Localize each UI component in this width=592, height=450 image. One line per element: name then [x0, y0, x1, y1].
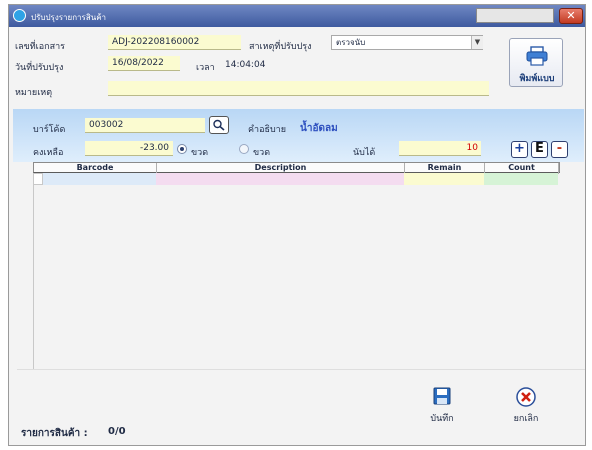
items-grid[interactable] — [33, 173, 561, 369]
cancel-button[interactable]: ยกเลิก — [505, 387, 547, 431]
title-bar: ปรับปรุงรายการสินค้า ✕ — [9, 5, 585, 27]
note-label: หมายเหตุ — [15, 88, 53, 98]
remove-item-button[interactable]: - — [551, 141, 568, 158]
search-button[interactable] — [209, 116, 229, 134]
app-icon — [13, 9, 26, 22]
table-header: Barcode Description Remain Count — [33, 162, 560, 174]
plus-icon: + — [514, 141, 525, 156]
save-icon — [433, 387, 451, 405]
unit-option-1-label: ขวด — [191, 148, 209, 158]
barcode-label: บาร์โค้ด — [33, 125, 66, 135]
window-title: ปรับปรุงรายการสินค้า — [31, 13, 107, 22]
printer-icon — [526, 46, 548, 66]
desc-value: น้ำอัดลม — [300, 123, 338, 134]
cancel-icon — [516, 387, 536, 407]
count-label: นับได้ — [353, 148, 376, 158]
barcode-input[interactable]: 003002 — [85, 118, 205, 133]
close-button[interactable]: ✕ — [559, 8, 583, 24]
cancel-label: ยกเลิก — [513, 414, 539, 424]
items-count-value: 0/0 — [108, 426, 126, 437]
reason-select[interactable]: ตรวจนับ — [331, 35, 483, 50]
close-icon: ✕ — [566, 9, 576, 22]
count-input[interactable]: 10 — [399, 141, 481, 156]
row-barcode-cell[interactable] — [43, 173, 156, 185]
edit-icon: E — [535, 141, 544, 156]
search-icon — [213, 119, 225, 131]
balance-label: คงเหลือ — [33, 148, 64, 158]
unit-radio-1[interactable] — [177, 144, 187, 154]
print-button[interactable]: พิมพ์แบบ — [509, 38, 563, 87]
desc-label: คำอธิบาย — [248, 125, 287, 135]
add-item-button[interactable]: + — [511, 141, 528, 158]
save-label: บันทึก — [430, 414, 454, 424]
table-row[interactable] — [33, 173, 560, 185]
date-label: วันที่ปรับปรุง — [15, 63, 64, 73]
title-controls — [476, 8, 554, 23]
row-description-cell[interactable] — [156, 173, 404, 185]
radio-dot — [180, 147, 184, 151]
doc-no-field[interactable]: ADJ-202208160002 — [108, 35, 241, 50]
row-remain-cell[interactable] — [404, 173, 484, 185]
doc-no-label: เลขที่เอกสาร — [15, 42, 65, 52]
footer-divider — [17, 369, 585, 370]
time-value: 14:04:04 — [225, 60, 266, 70]
note-field[interactable] — [108, 81, 489, 96]
unit-option-2-label: ขวด — [253, 148, 271, 158]
edit-item-button[interactable]: E — [531, 141, 548, 158]
unit-radio-2[interactable] — [239, 144, 249, 154]
row-selector[interactable] — [33, 173, 43, 185]
items-count-label: รายการสินค้า : — [21, 428, 88, 439]
date-field[interactable]: 16/08/2022 — [108, 56, 180, 71]
minus-icon: - — [556, 141, 563, 156]
save-button[interactable]: บันทึก — [421, 387, 463, 431]
time-label: เวลา — [196, 63, 215, 73]
print-label: พิมพ์แบบ — [519, 74, 555, 84]
balance-field: -23.00 — [85, 141, 173, 156]
chevron-down-icon[interactable]: ▼ — [471, 36, 483, 49]
adjust-stock-window: ปรับปรุงรายการสินค้า ✕ เลขที่เอกสาร ADJ-… — [8, 4, 586, 446]
reason-label: สาเหตุที่ปรับปรุง — [249, 42, 312, 52]
row-count-cell[interactable] — [484, 173, 558, 185]
